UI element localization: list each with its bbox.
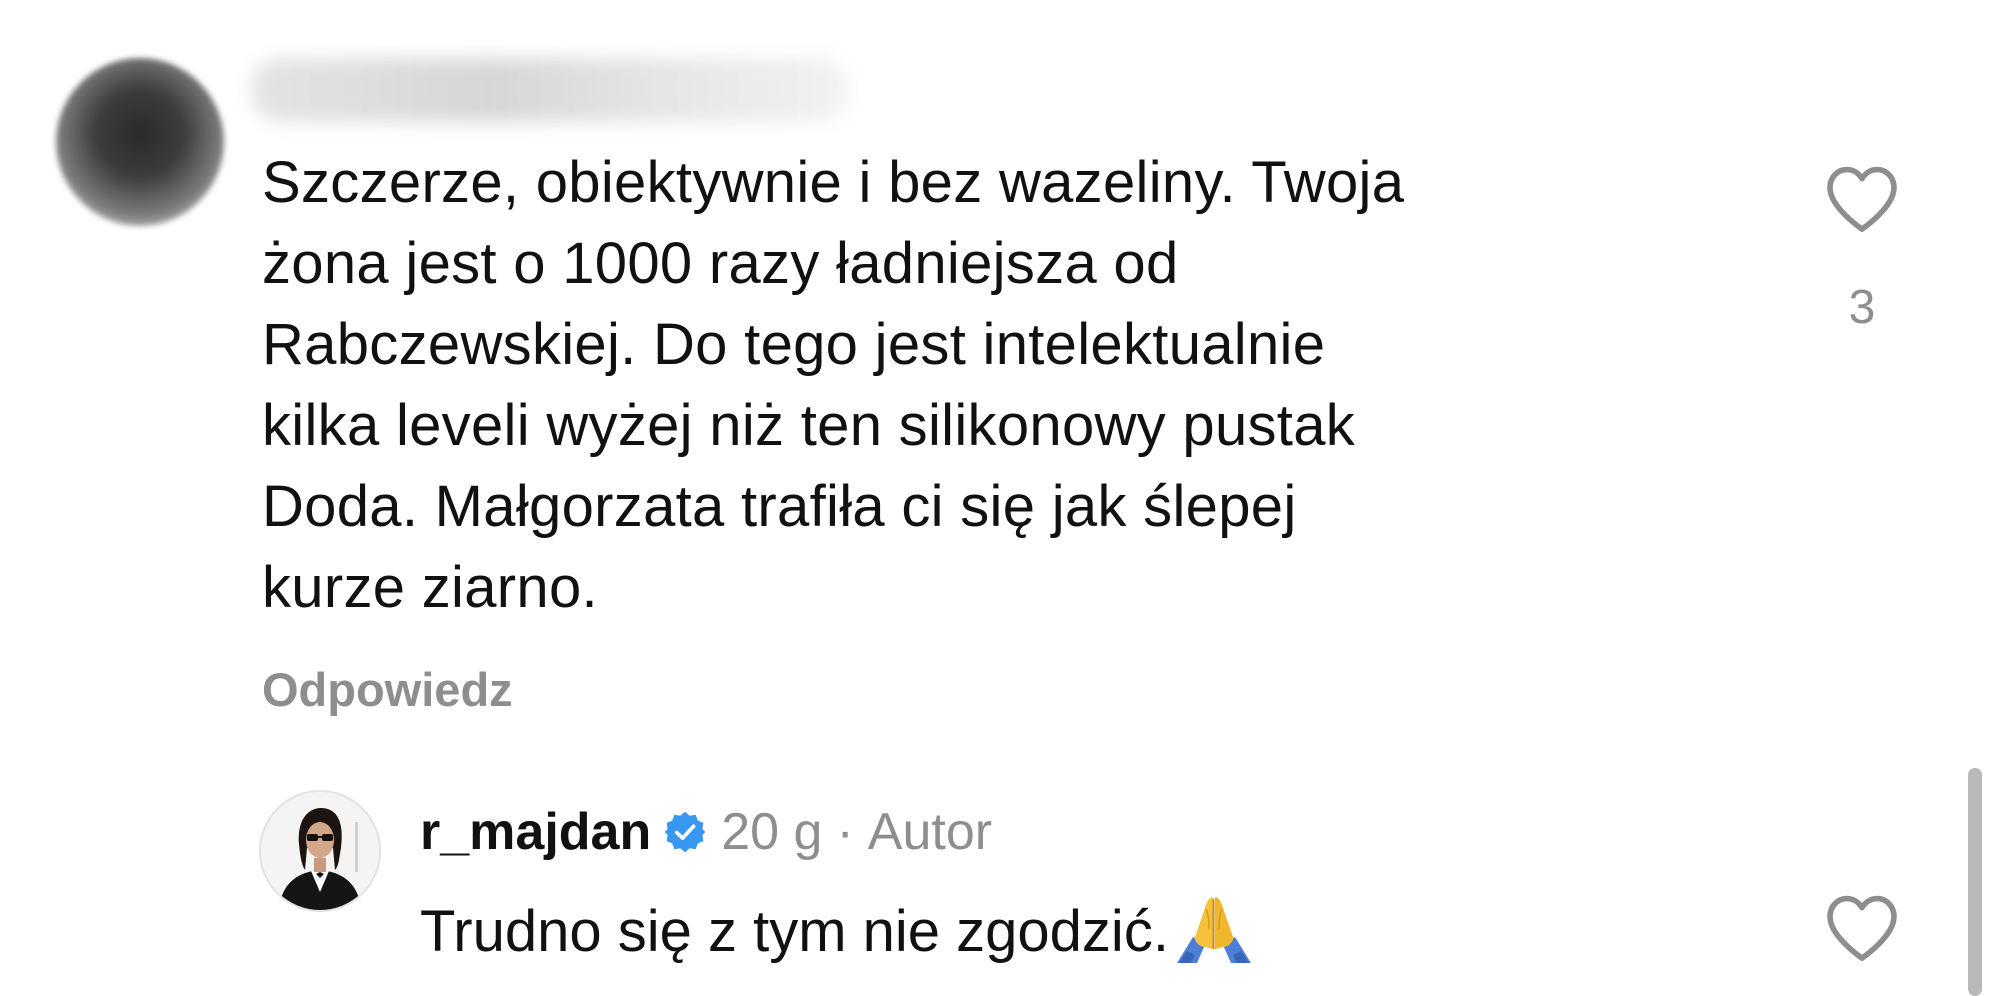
- comment-age: 20 g: [721, 803, 823, 861]
- commenter-avatar-blurred[interactable]: [56, 58, 224, 226]
- verified-badge-icon: [663, 810, 707, 854]
- comment-line: kilka leveli wyżej niż ten silikonowy pu…: [262, 393, 1356, 458]
- reply-like-heart-icon[interactable]: [1820, 886, 1904, 970]
- reply-button[interactable]: Odpowiedz: [262, 662, 513, 717]
- comment-text: Szczerze, obiektywnie i bez wazeliny. Tw…: [262, 142, 1722, 628]
- author-username[interactable]: r_majdan: [420, 800, 651, 864]
- commenter-username-blurred[interactable]: [250, 58, 850, 122]
- comment-line: żona jest o 1000 razy ładniejsza od: [262, 231, 1179, 296]
- reply-text: Trudno się z tym nie zgodzić.: [420, 899, 1169, 964]
- meta-separator: ·: [836, 803, 854, 861]
- reply-text-row: Trudno się z tym nie zgodzić.: [420, 893, 1253, 967]
- author-label: Autor: [867, 803, 993, 861]
- like-heart-icon[interactable]: [1820, 157, 1904, 241]
- scrollbar-thumb[interactable]: [1968, 768, 1982, 996]
- comment-line: kurze ziarno.: [262, 555, 598, 620]
- author-avatar[interactable]: [259, 790, 381, 912]
- reply-header: r_majdan 20 g · Autor: [420, 800, 992, 864]
- comment-line: Rabczewskiej. Do tego jest intelektualni…: [262, 312, 1326, 377]
- folded-hands-emoji-icon: [1175, 893, 1253, 963]
- comment-line: Szczerze, obiektywnie i bez wazeliny. Tw…: [262, 150, 1405, 215]
- like-count[interactable]: 3: [1836, 280, 1888, 335]
- comment-line: Doda. Małgorzata trafiła ci się jak ślep…: [262, 474, 1297, 539]
